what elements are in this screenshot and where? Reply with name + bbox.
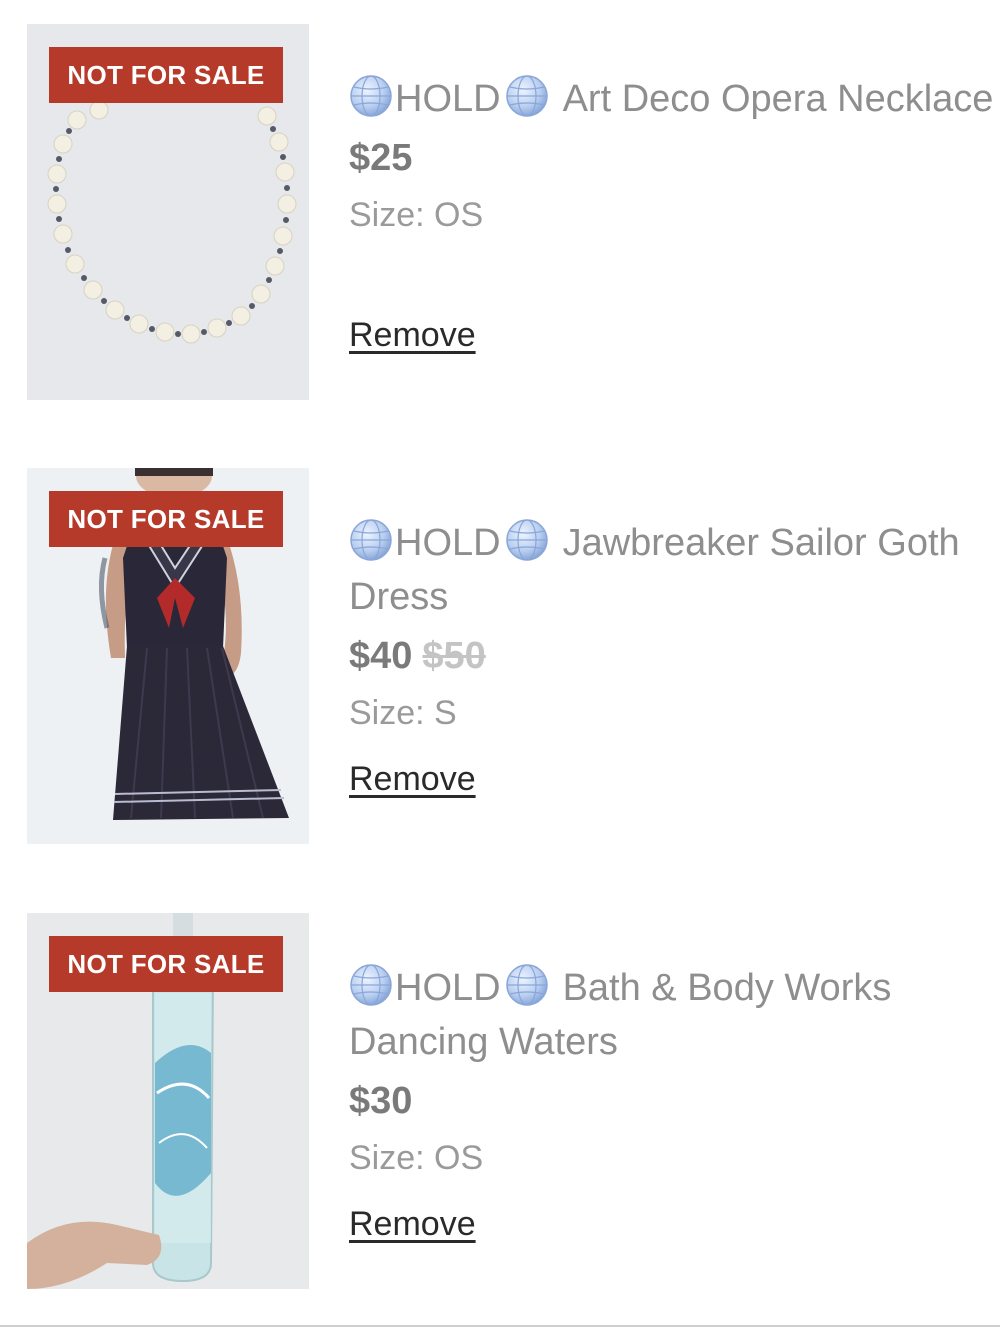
item-title[interactable]: HOLD Jawbreaker Sailor Goth <box>349 516 1000 570</box>
size-label: Size: OS <box>349 1139 484 1177</box>
hold-label: HOLD <box>395 78 501 120</box>
globe-icon <box>505 519 548 561</box>
remove-link[interactable]: Remove <box>349 760 476 799</box>
title-text: Art Deco Opera Necklace <box>562 78 994 120</box>
globe-icon <box>505 75 548 117</box>
title-text: Jawbreaker Sailor Goth <box>562 522 960 564</box>
price-row: $25 <box>349 132 1000 184</box>
item-thumbnail[interactable]: NOT FOR SALE <box>27 468 309 844</box>
item-info: HOLD Jawbreaker Sailor Goth Dress $40 $50… <box>349 516 1000 744</box>
divider <box>0 1325 1000 1327</box>
cart-item: NOT FOR SALE HOLD Bath & Body Works Danc… <box>0 913 1000 1289</box>
globe-icon <box>350 75 392 117</box>
globe-icon <box>350 964 392 1006</box>
globe-icon <box>350 519 392 561</box>
item-title[interactable]: HOLD Bath & Body Works <box>349 961 1000 1015</box>
cart-item: NOT FOR SALE HOLD Art Deco Opera Necklac… <box>0 24 1000 400</box>
price-row: $30 <box>349 1075 1000 1127</box>
not-for-sale-badge: NOT FOR SALE <box>49 47 283 103</box>
item-info: HOLD Bath & Body Works Dancing Waters $3… <box>349 961 1000 1189</box>
item-thumbnail[interactable]: NOT FOR SALE <box>27 24 309 400</box>
remove-link[interactable]: Remove <box>349 316 476 355</box>
cart-item: NOT FOR SALE HOLD Jawbreaker Sailor Goth… <box>0 468 1000 844</box>
item-info: HOLD Art Deco Opera Necklace $25 Size: O… <box>349 72 1000 246</box>
price: $40 <box>349 635 413 677</box>
original-price: $50 <box>422 635 486 677</box>
not-for-sale-badge: NOT FOR SALE <box>49 936 283 992</box>
hold-label: HOLD <box>395 967 501 1009</box>
size-label: Size: S <box>349 694 457 732</box>
hold-label: HOLD <box>395 522 501 564</box>
title-text: Bath & Body Works <box>562 967 892 1009</box>
size-label: Size: OS <box>349 196 484 234</box>
item-title-line2[interactable]: Dress <box>349 570 1000 624</box>
price-row: $40 $50 <box>349 630 1000 682</box>
price: $30 <box>349 1080 413 1122</box>
item-thumbnail[interactable]: NOT FOR SALE <box>27 913 309 1289</box>
price: $25 <box>349 137 413 179</box>
item-title-line2[interactable]: Dancing Waters <box>349 1015 1000 1069</box>
globe-icon <box>505 964 548 1006</box>
remove-link[interactable]: Remove <box>349 1205 476 1244</box>
not-for-sale-badge: NOT FOR SALE <box>49 491 283 547</box>
item-title[interactable]: HOLD Art Deco Opera Necklace <box>349 72 1000 126</box>
